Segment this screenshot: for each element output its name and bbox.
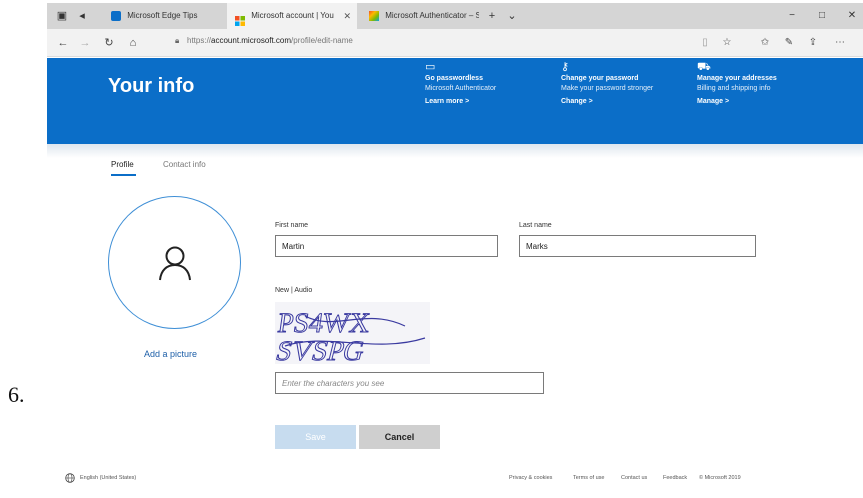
edge-icon	[111, 10, 121, 21]
promo-title: Change your password	[561, 75, 639, 82]
promo-desc: Billing and shipping info	[697, 85, 771, 92]
captcha-input[interactable]	[275, 372, 544, 394]
tab-label: Microsoft Edge Tips	[127, 11, 198, 20]
reading-view-icon[interactable]: ▯	[697, 35, 713, 51]
maximize-icon[interactable]: □	[807, 3, 837, 29]
tab-microsoft-account[interactable]: Microsoft account | You ✕	[227, 3, 357, 29]
manage-addresses-link[interactable]: Manage >	[697, 97, 837, 107]
url-prefix: https://	[187, 36, 212, 45]
cancel-button[interactable]: Cancel	[359, 425, 440, 449]
refresh-icon[interactable]: ↻	[101, 35, 117, 51]
new-tab-icon[interactable]: +	[485, 9, 499, 23]
person-icon	[159, 246, 191, 281]
close-tab-icon[interactable]: ✕	[343, 3, 351, 29]
last-name-input[interactable]	[519, 235, 756, 257]
promo-title: Go passwordless	[425, 75, 483, 82]
lock-icon: 🔒︎	[175, 36, 180, 45]
share-icon[interactable]: ⇪	[805, 35, 821, 51]
phone-icon: ▭	[425, 61, 436, 73]
promo-desc: Microsoft Authenticator	[425, 85, 497, 92]
page-title: Your info	[108, 75, 195, 97]
tab-profile-label: Profile	[111, 160, 134, 169]
tab-authenticator[interactable]: Microsoft Authenticator – S	[361, 3, 479, 29]
footer-link-terms[interactable]: Terms of use	[573, 475, 604, 481]
url-path: /profile/edit-name	[291, 36, 353, 45]
browser-window: ▣ ◂ Microsoft Edge Tips Microsoft accoun…	[47, 3, 863, 495]
tab-label: Microsoft Authenticator – S	[385, 11, 479, 20]
page-header: Your info ▭ Go passwordless Microsoft Au…	[47, 58, 863, 144]
footer-copyright: © Microsoft 2019	[699, 475, 741, 481]
promo-addresses: ⛟ Manage your addresses Billing and ship…	[697, 62, 837, 107]
truck-icon: ⛟	[697, 61, 711, 73]
pen-icon[interactable]: ✎	[781, 35, 797, 51]
language-selector[interactable]: English (United States)	[80, 475, 136, 481]
footer-link-feedback[interactable]: Feedback	[663, 475, 687, 481]
captcha-line-1: PS4WX	[276, 308, 372, 339]
microsoft-logo-icon	[235, 11, 245, 26]
more-icon[interactable]: ⋯	[832, 35, 848, 51]
footer-link-contact[interactable]: Contact us	[621, 475, 647, 481]
close-window-icon[interactable]: ✕	[837, 3, 863, 29]
add-picture-link[interactable]: Add a picture	[144, 349, 197, 359]
captcha-line-2: SVSPG	[275, 336, 368, 364]
avatar[interactable]	[108, 196, 241, 329]
chevron-down-icon[interactable]: ⌄	[505, 9, 519, 23]
footer: English (United States) Privacy & cookie…	[47, 468, 863, 488]
tab-manager-icon[interactable]: ▣	[55, 9, 69, 23]
url-domain: account.microsoft.com	[211, 36, 292, 45]
learn-more-link[interactable]: Learn more >	[425, 97, 555, 107]
microsoft-logo-icon	[369, 10, 379, 21]
tab-profile[interactable]: Profile	[111, 160, 136, 176]
forward-icon[interactable]: →	[77, 35, 93, 51]
tab-bar: ▣ ◂ Microsoft Edge Tips Microsoft accoun…	[47, 3, 863, 29]
globe-icon	[65, 473, 75, 483]
tab-contact-info[interactable]: Contact info	[163, 160, 206, 169]
tab-preview-icon[interactable]: ◂	[75, 9, 89, 23]
home-icon[interactable]: ⌂	[125, 35, 141, 51]
save-button[interactable]: Save	[275, 425, 356, 449]
promo-passwordless: ▭ Go passwordless Microsoft Authenticato…	[425, 62, 555, 107]
tab-label: Microsoft account | You	[251, 11, 334, 20]
first-name-label: First name	[275, 222, 309, 229]
back-icon[interactable]: ←	[55, 35, 71, 51]
favorites-hub-icon[interactable]: ✩	[757, 35, 773, 51]
address-bar: ← → ↻ ⌂ 🔒︎ https://account.microsoft.com…	[47, 29, 863, 57]
first-name-input[interactable]	[275, 235, 498, 257]
minimize-icon[interactable]: −	[777, 3, 807, 29]
last-name-label: Last name	[519, 222, 552, 229]
key-icon: ⚷	[561, 61, 570, 73]
promo-desc: Make your password stronger	[561, 85, 654, 92]
tab-edge-tips[interactable]: Microsoft Edge Tips	[103, 3, 223, 29]
active-tab-underline	[111, 174, 136, 176]
change-password-link[interactable]: Change >	[561, 97, 671, 107]
captcha-options-label[interactable]: New | Audio	[275, 287, 312, 294]
footer-link-privacy[interactable]: Privacy & cookies	[509, 475, 552, 481]
step-number: 6.	[8, 382, 25, 407]
promo-password: ⚷ Change your password Make your passwor…	[561, 62, 671, 107]
captcha-image: PS4WX SVSPG	[272, 302, 430, 367]
header-shadow	[47, 144, 863, 158]
promo-title: Manage your addresses	[697, 75, 777, 82]
favorite-star-icon[interactable]: ☆	[719, 35, 735, 51]
url-field[interactable]: https://account.microsoft.com/profile/ed…	[187, 36, 353, 45]
